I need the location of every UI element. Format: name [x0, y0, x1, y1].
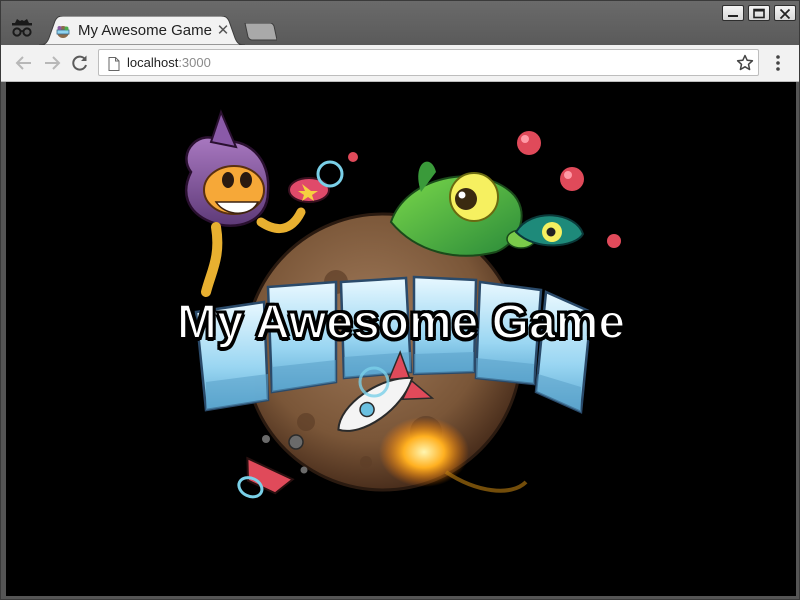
url-port: :3000 [178, 55, 211, 70]
reload-button[interactable] [69, 52, 91, 74]
game-viewport[interactable]: My Awesome Game [6, 82, 796, 596]
address-bar[interactable]: localhost:3000 [98, 49, 759, 76]
bookmark-star-button[interactable] [736, 54, 754, 72]
tab-strip: My Awesome Game ✕ [1, 1, 799, 45]
url-text: localhost:3000 [127, 55, 211, 70]
star-icon [736, 54, 754, 71]
game-title-text: My Awesome Game [176, 295, 626, 350]
back-button[interactable] [13, 52, 35, 74]
new-tab-button[interactable] [243, 22, 278, 41]
arrow-left-icon [15, 56, 31, 70]
arrow-right-icon [45, 56, 61, 70]
browser-toolbar: localhost:3000 [1, 45, 799, 82]
close-window-button[interactable] [774, 5, 796, 21]
incognito-icon [9, 17, 35, 41]
tab-close-button[interactable]: ✕ [215, 22, 231, 38]
reload-icon [72, 55, 87, 71]
forward-button[interactable] [41, 52, 63, 74]
minimize-button[interactable] [722, 5, 744, 21]
kebab-menu-icon [776, 55, 780, 71]
tab-active[interactable]: My Awesome Game ✕ [39, 16, 245, 45]
page-icon [108, 56, 120, 71]
maximize-button[interactable] [748, 5, 770, 21]
phaser-favicon-icon [56, 24, 70, 38]
browser-window: My Awesome Game ✕ localhost:3000 My Awes… [0, 0, 800, 600]
url-host: localhost [127, 55, 179, 70]
browser-menu-button[interactable] [769, 53, 787, 73]
tab-title: My Awesome Game [78, 22, 212, 39]
